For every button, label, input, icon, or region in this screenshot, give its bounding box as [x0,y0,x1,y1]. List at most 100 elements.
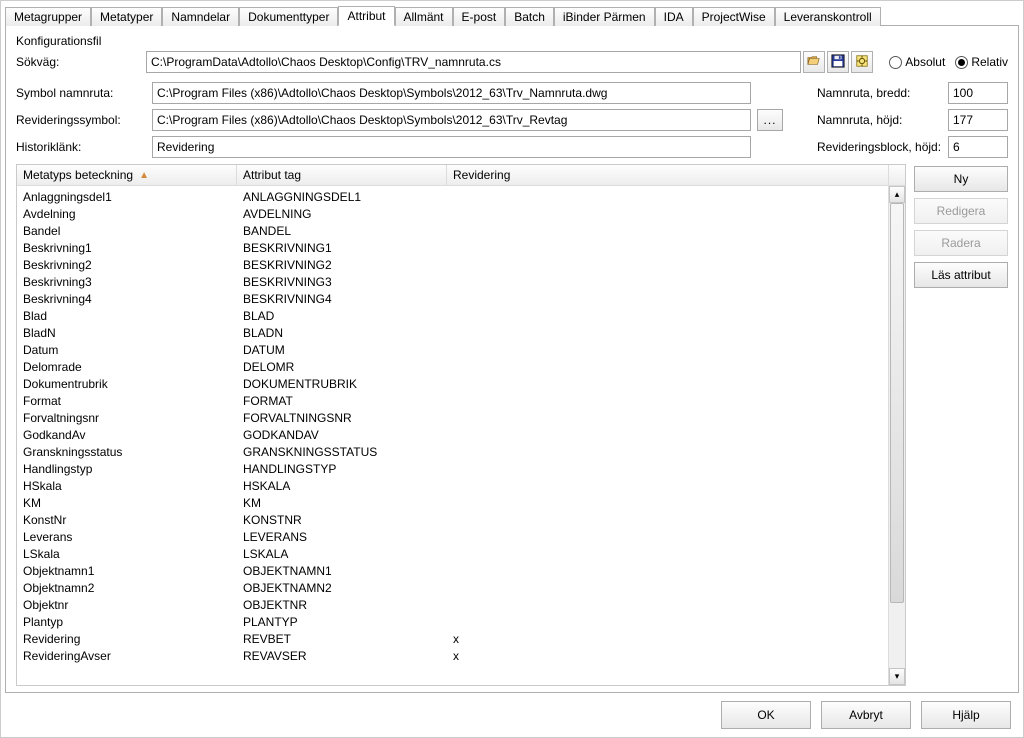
path-label: Sökväg: [16,55,146,69]
radio-relativ[interactable]: Relativ [955,55,1008,69]
table-cell: KonstNr [17,513,237,527]
scroll-track[interactable] [889,203,905,668]
table-row[interactable]: LSkalaLSKALA [17,545,888,562]
tab-namndelar[interactable]: Namndelar [162,7,239,26]
scroll-thumb[interactable] [890,203,904,603]
revblock-label: Revideringsblock, höjd: [817,140,942,154]
tab-ibinder-pärmen[interactable]: iBinder Pärmen [554,7,655,26]
table-row[interactable]: HSkalaHSKALA [17,477,888,494]
ny-button[interactable]: Ny [914,166,1008,192]
table-cell: OBJEKTNAMN1 [237,564,447,578]
ok-button[interactable]: OK [721,701,811,729]
tab-ida[interactable]: IDA [655,7,693,26]
table-cell: Leverans [17,530,237,544]
tab-allmänt[interactable]: Allmänt [395,7,453,26]
table-cell: BLAD [237,309,447,323]
width-label: Namnruta, bredd: [817,86,942,100]
vertical-scrollbar[interactable]: ▴ ▾ [888,186,905,685]
table-body[interactable]: Anlaggningsdel1ANLAGGNINGSDEL1AvdelningA… [17,186,888,666]
table-cell: Dokumentrubrik [17,377,237,391]
table-row[interactable]: RevideringREVBETx [17,630,888,647]
table-cell: KONSTNR [237,513,447,527]
table-row[interactable]: ObjektnrOBJEKTNR [17,596,888,613]
table-row[interactable]: FormatFORMAT [17,392,888,409]
table-row[interactable]: Objektnamn2OBJEKTNAMN2 [17,579,888,596]
table-cell: BESKRIVNING1 [237,241,447,255]
path-mode-radio-group: Absolut Relativ [883,55,1008,69]
las-attribut-button[interactable]: Läs attribut [914,262,1008,288]
radio-absolut-label: Absolut [905,55,945,69]
ellipsis-icon: ... [763,113,776,127]
table-cell: PLANTYP [237,615,447,629]
tab-strip: MetagrupperMetatyperNamndelarDokumenttyp… [5,5,1019,25]
hjalp-button[interactable]: Hjälp [921,701,1011,729]
table-row[interactable]: KMKM [17,494,888,511]
table-cell: ANLAGGNINGSDEL1 [237,190,447,204]
tab-panel-attribut: Konfigurationsfil Sökväg: [5,25,1019,693]
height-input[interactable] [948,109,1008,131]
table-row[interactable]: DelomradeDELOMR [17,358,888,375]
redigera-button[interactable]: Redigera [914,198,1008,224]
tab-leveranskontroll[interactable]: Leveranskontroll [775,7,881,26]
table-row[interactable]: Beskrivning3BESKRIVNING3 [17,273,888,290]
table-cell: DOKUMENTRUBRIK [237,377,447,391]
table-row[interactable]: GranskningsstatusGRANSKNINGSSTATUS [17,443,888,460]
avbryt-button[interactable]: Avbryt [821,701,911,729]
tab-metagrupper[interactable]: Metagrupper [5,7,91,26]
table-row[interactable]: BladBLAD [17,307,888,324]
radio-absolut[interactable]: Absolut [889,55,945,69]
table-cell: Objektnamn2 [17,581,237,595]
table-row[interactable]: BladNBLADN [17,324,888,341]
column-header-revidering[interactable]: Revidering [447,165,888,185]
path-input[interactable] [146,51,801,73]
revblock-input[interactable] [948,136,1008,158]
table-cell: FORMAT [237,394,447,408]
table-row[interactable]: AvdelningAVDELNING [17,205,888,222]
table-row[interactable]: PlantypPLANTYP [17,613,888,630]
table-row[interactable]: ForvaltningsnrFORVALTNINGSNR [17,409,888,426]
tab-e-post[interactable]: E-post [453,7,506,26]
table-cell: Bandel [17,224,237,238]
table-row[interactable]: DatumDATUM [17,341,888,358]
scroll-up-icon[interactable]: ▴ [889,186,905,203]
radio-icon [889,56,902,69]
table-row[interactable]: KonstNrKONSTNR [17,511,888,528]
tab-dokumenttyper[interactable]: Dokumenttyper [239,7,338,26]
table-row[interactable]: Objektnamn1OBJEKTNAMN1 [17,562,888,579]
tab-metatyper[interactable]: Metatyper [91,7,162,26]
radera-button[interactable]: Radera [914,230,1008,256]
table-cell: Plantyp [17,615,237,629]
table-cell: RevideringAvser [17,649,237,663]
table-row[interactable]: GodkandAvGODKANDAV [17,426,888,443]
table-cell: REVBET [237,632,447,646]
table-cell: DELOMR [237,360,447,374]
symbol-input[interactable] [152,82,751,104]
table-row[interactable]: BandelBANDEL [17,222,888,239]
table-cell: Beskrivning4 [17,292,237,306]
save-file-button[interactable] [827,51,849,73]
tab-batch[interactable]: Batch [505,7,554,26]
width-input[interactable] [948,82,1008,104]
table-cell: LEVERANS [237,530,447,544]
column-header-metatype[interactable]: Metatyps beteckning ▲ [17,165,237,185]
column-header-attribut-tag[interactable]: Attribut tag [237,165,447,185]
table-row[interactable]: Beskrivning1BESKRIVNING1 [17,239,888,256]
table-row[interactable]: Beskrivning2BESKRIVNING2 [17,256,888,273]
tab-projectwise[interactable]: ProjectWise [693,7,775,26]
table-row[interactable]: RevideringAvserREVAVSERx [17,647,888,664]
table-row[interactable]: Anlaggningsdel1ANLAGGNINGSDEL1 [17,188,888,205]
open-file-button[interactable] [803,51,825,73]
scroll-down-icon[interactable]: ▾ [889,668,905,685]
table-row[interactable]: DokumentrubrikDOKUMENTRUBRIK [17,375,888,392]
revsymbol-input[interactable] [152,109,751,131]
folder-open-icon [807,54,821,71]
table-cell: GRANSKNINGSSTATUS [237,445,447,459]
revsymbol-browse-button[interactable]: ... [757,109,783,131]
table-row[interactable]: HandlingstypHANDLINGSTYP [17,460,888,477]
tab-attribut[interactable]: Attribut [338,6,394,26]
refresh-button[interactable] [851,51,873,73]
table-row[interactable]: Beskrivning4BESKRIVNING4 [17,290,888,307]
table-row[interactable]: LeveransLEVERANS [17,528,888,545]
config-section-label: Konfigurationsfil [16,34,1008,48]
histlink-input[interactable] [152,136,751,158]
